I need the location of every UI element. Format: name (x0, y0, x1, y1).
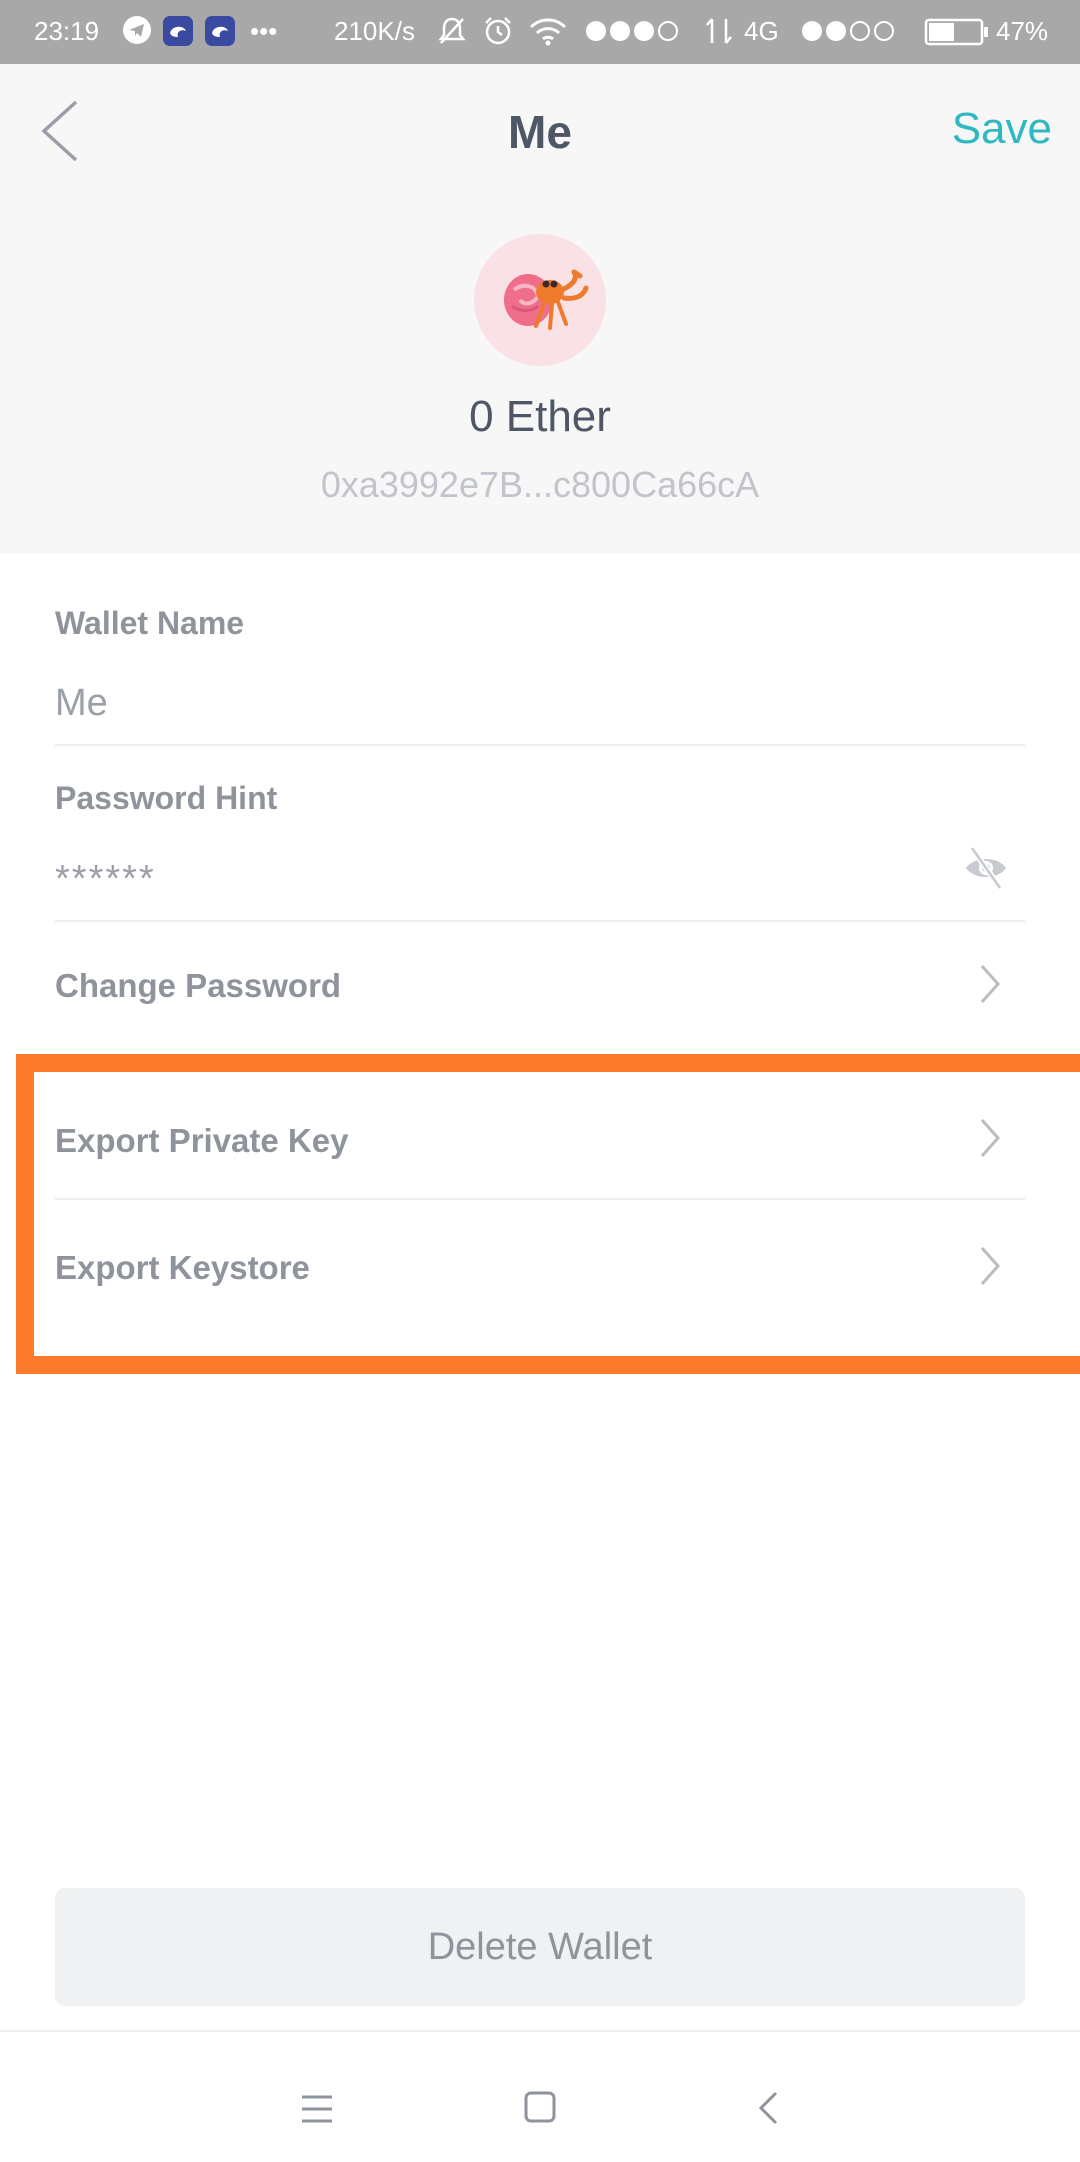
delete-wallet-button[interactable]: Delete Wallet (55, 1888, 1025, 2006)
divider (55, 1198, 1025, 1200)
hermit-crab-avatar-icon (504, 269, 589, 330)
avatar (474, 234, 606, 366)
signal-strength-icon (586, 21, 678, 41)
chevron-right-icon (980, 1247, 1001, 1285)
divider (55, 920, 1025, 922)
page-title: Me (508, 106, 572, 158)
highlight-box (16, 1054, 1080, 1374)
wifi-icon (529, 18, 567, 46)
menu-icon[interactable] (300, 2094, 334, 2124)
save-button[interactable]: Save (952, 104, 1052, 154)
back-nav-icon[interactable] (756, 2090, 780, 2126)
bell-muted-icon (438, 17, 466, 44)
chevron-right-icon (980, 965, 1001, 1003)
telegram-icon (123, 16, 151, 44)
status-time: 23:19 (34, 16, 100, 46)
wallet-name-label: Wallet Name (55, 605, 245, 641)
export-keystore-label: Export Keystore (55, 1249, 310, 1286)
data-transfer-icon (706, 18, 732, 44)
chevron-right-icon (980, 1119, 1001, 1157)
home-square-icon[interactable] (523, 2090, 557, 2124)
battery-percent: 47% (996, 16, 1049, 46)
network-type: 4G (744, 16, 779, 46)
password-hint-input[interactable]: ****** (55, 858, 156, 901)
more-notifications: ••• (250, 16, 278, 46)
wallet-address: 0xa3992e7B...c800Ca66cA (320, 464, 760, 505)
change-password-label: Change Password (55, 967, 342, 1004)
signal-strength-icon (802, 21, 894, 41)
app-icon (163, 16, 193, 46)
eye-off-icon[interactable] (962, 844, 1010, 892)
network-speed: 210K/s (334, 16, 415, 46)
system-nav-bar (0, 2030, 1080, 2162)
battery-icon (924, 18, 988, 46)
wallet-name-input[interactable]: Me (55, 682, 108, 725)
divider (55, 744, 1025, 746)
alarm-icon (485, 17, 511, 45)
wallet-balance: 0 Ether (469, 392, 611, 441)
app-icon (205, 16, 235, 46)
export-private-key-label: Export Private Key (55, 1122, 349, 1159)
password-hint-label: Password Hint (55, 780, 278, 816)
status-bar: 23:19 ••• 210K/s 4G 47% (0, 0, 1080, 64)
